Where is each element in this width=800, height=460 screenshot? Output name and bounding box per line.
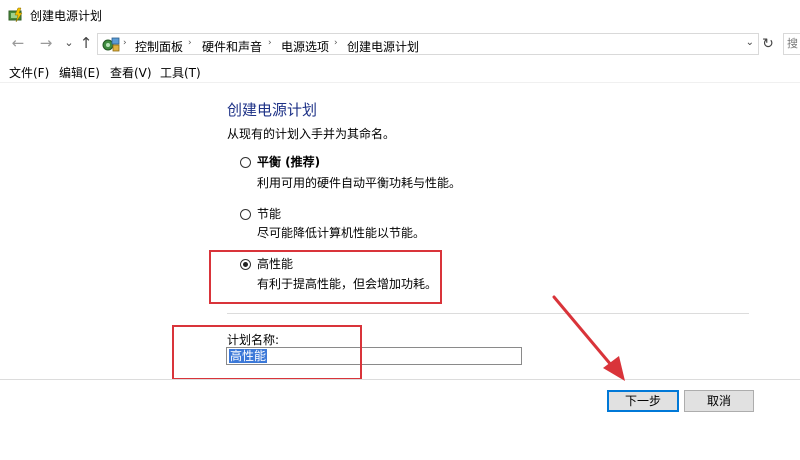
power-options-icon xyxy=(8,7,23,23)
breadcrumb-hardware-sound[interactable]: 硬件和声音 xyxy=(202,38,262,55)
divider xyxy=(227,313,749,314)
breadcrumb-power-options[interactable]: 电源选项 xyxy=(281,38,329,55)
menu-file[interactable]: 文件(F) xyxy=(9,64,49,81)
option-power-saver-label[interactable]: 节能 xyxy=(257,205,281,222)
navigation-bar: ← → ⌄ ↑ › 控制面板 › 硬件和声音 › 电源选项 › 创建电源计划 ⌄ xyxy=(0,30,800,58)
option-balanced-desc: 利用可用的硬件自动平衡功耗与性能。 xyxy=(257,176,462,190)
back-button[interactable]: ← xyxy=(9,33,27,53)
breadcrumb-separator: › xyxy=(268,38,272,48)
cancel-button[interactable]: 取消 xyxy=(684,390,754,412)
menu-view[interactable]: 查看(V) xyxy=(110,64,152,81)
option-balanced-label[interactable]: 平衡 (推荐) xyxy=(257,153,320,170)
breadcrumb-control-panel[interactable]: 控制面板 xyxy=(135,38,183,55)
address-dropdown-icon[interactable]: ⌄ xyxy=(746,37,754,48)
breadcrumb-create-plan[interactable]: 创建电源计划 xyxy=(347,38,419,55)
option-power-saver-desc: 尽可能降低计算机性能以节能。 xyxy=(257,226,426,240)
breadcrumb-separator: › xyxy=(123,38,127,48)
radio-power-saver[interactable] xyxy=(240,209,251,220)
breadcrumb-separator: › xyxy=(188,38,192,48)
instruction-text: 从现有的计划入手并为其命名。 xyxy=(227,127,396,141)
page-title: 创建电源计划 xyxy=(227,101,318,119)
control-panel-icon xyxy=(102,37,120,52)
recent-locations-button[interactable]: ⌄ xyxy=(60,33,78,53)
menu-tools[interactable]: 工具(T) xyxy=(160,64,201,81)
menu-edit[interactable]: 编辑(E) xyxy=(59,64,100,81)
window-title: 创建电源计划 xyxy=(30,9,103,23)
annotation-highlight-box xyxy=(209,250,442,304)
refresh-button[interactable]: ↻ xyxy=(760,33,776,55)
annotation-highlight-box xyxy=(172,325,362,380)
up-button[interactable]: ↑ xyxy=(77,33,95,53)
radio-balanced[interactable] xyxy=(240,157,251,168)
title-bar: 创建电源计划 xyxy=(0,0,800,30)
breadcrumb-separator: › xyxy=(334,38,338,48)
annotation-arrow-head xyxy=(603,356,625,381)
forward-button[interactable]: → xyxy=(37,33,55,53)
search-input[interactable]: 搜 xyxy=(783,33,800,55)
address-bar[interactable]: › 控制面板 › 硬件和声音 › 电源选项 › 创建电源计划 ⌄ xyxy=(97,33,759,55)
footer-divider xyxy=(0,379,800,380)
next-button[interactable]: 下一步 xyxy=(607,390,679,412)
menu-bar: 文件(F) 编辑(E) 查看(V) 工具(T) xyxy=(0,60,800,83)
annotation-arrow-shaft xyxy=(552,295,619,374)
